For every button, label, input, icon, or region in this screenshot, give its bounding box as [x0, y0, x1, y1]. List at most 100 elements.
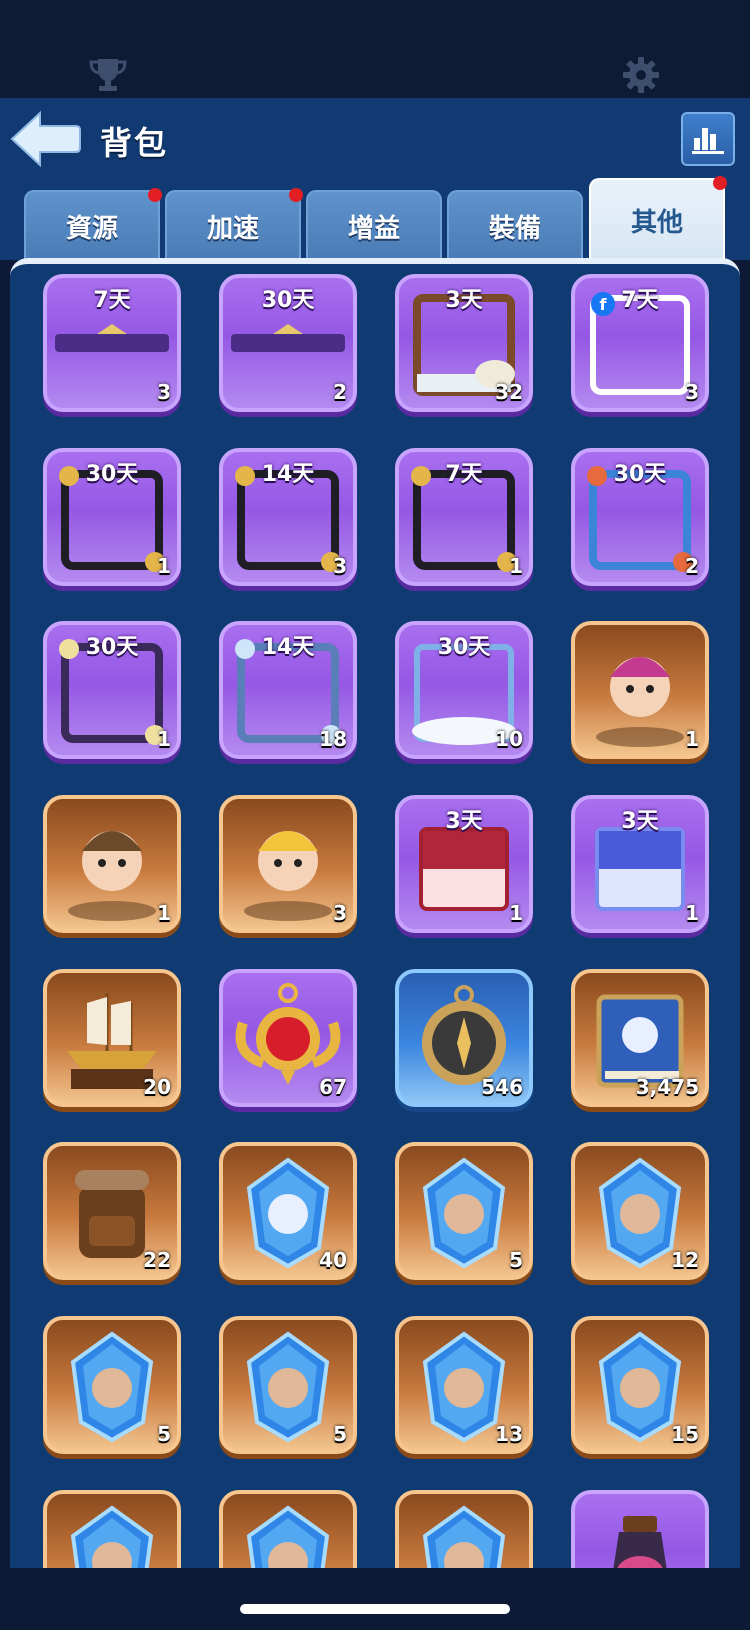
item-count: 67 [319, 1075, 347, 1099]
duration-label: 7天 [93, 288, 131, 313]
item-count: 3,475 [635, 1075, 699, 1099]
duration-label: 30天 [437, 635, 491, 660]
item-count: 1 [157, 901, 171, 925]
inventory-item[interactable]: 30天 2 [219, 274, 357, 412]
inventory-item[interactable]: 7天 1 [395, 448, 533, 586]
item-count: 12 [671, 1248, 699, 1272]
item-count: 20 [143, 1075, 171, 1099]
inventory-item[interactable]: 22 [43, 1142, 181, 1280]
tab-label: 資源 [65, 213, 118, 244]
duration-label: 7天 [621, 288, 659, 313]
inventory-item[interactable]: f 7天 3 [571, 274, 709, 412]
page-title: 背包 [100, 124, 169, 162]
item-count: 22 [143, 1248, 171, 1272]
item-count: 32 [495, 380, 523, 404]
tab-label: 增益 [347, 213, 400, 244]
top-bar [0, 0, 750, 98]
inventory-item[interactable]: 14天 18 [219, 621, 357, 759]
inventory-item[interactable]: 15 [571, 1316, 709, 1454]
duration-label: 30天 [261, 288, 315, 313]
trophy-icon[interactable] [88, 55, 128, 95]
inventory-item[interactable]: 3天 1 [395, 795, 533, 933]
inventory-item[interactable] [219, 1490, 357, 1568]
tab-label: 裝備 [488, 213, 541, 244]
hero-crystal-icon [422, 1505, 506, 1568]
duration-label: 14天 [261, 462, 315, 487]
item-count: 3 [157, 380, 171, 404]
inventory-item[interactable]: 5 [219, 1316, 357, 1454]
inventory-item[interactable]: 30天 10 [395, 621, 533, 759]
inventory-item[interactable]: 7天 3 [43, 274, 181, 412]
inventory-item[interactable]: 1 [571, 621, 709, 759]
inventory-item[interactable]: 546 [395, 969, 533, 1107]
item-count: 1 [685, 727, 699, 751]
inventory-panel: 7天 3 30天 2 3天 32 f 7天 3 30天 1 14天 3 7天 1 30天 2 30… [10, 258, 740, 1568]
tab-other[interactable]: 其他 [589, 176, 727, 260]
inventory-item[interactable] [395, 1490, 533, 1568]
back-arrow-icon[interactable] [8, 110, 82, 168]
item-count: 1 [157, 554, 171, 578]
stats-button[interactable] [681, 112, 735, 166]
inventory-item[interactable]: 67 [219, 969, 357, 1107]
item-count: 5 [157, 1422, 171, 1446]
item-count: 3 [333, 554, 347, 578]
inventory-item[interactable]: 5 [43, 1316, 181, 1454]
tab-boosts[interactable]: 增益 [306, 190, 442, 260]
inventory-item[interactable] [43, 1490, 181, 1568]
duration-label: 3天 [621, 809, 659, 834]
duration-label: 3天 [445, 809, 483, 834]
inventory-item[interactable]: 14天 3 [219, 448, 357, 586]
inventory-item[interactable]: 13 [395, 1316, 533, 1454]
item-count: 2 [685, 554, 699, 578]
item-count: 3 [333, 901, 347, 925]
item-count: 1 [685, 901, 699, 925]
inventory-item[interactable]: 5 [395, 1142, 533, 1280]
item-count: 546 [481, 1075, 523, 1099]
item-count: 18 [319, 727, 347, 751]
header: 背包 [0, 98, 750, 188]
duration-label: 30天 [85, 635, 139, 660]
tab-speedups[interactable]: 加速 [165, 188, 303, 260]
bar-chart-icon [692, 128, 724, 154]
inventory-item[interactable]: 30天 1 [43, 448, 181, 586]
home-indicator[interactable] [240, 1604, 510, 1614]
item-count: 2 [333, 380, 347, 404]
item-count: 3 [685, 380, 699, 404]
hero-crystal-icon [246, 1505, 330, 1568]
duration-label: 30天 [613, 462, 667, 487]
inventory-item[interactable]: 3,475 [571, 969, 709, 1107]
item-count: 1 [509, 554, 523, 578]
item-count: 1 [157, 727, 171, 751]
duration-label: 14天 [261, 635, 315, 660]
item-count: 10 [495, 727, 523, 751]
tab-label: 加速 [206, 213, 259, 244]
item-count: 40 [319, 1248, 347, 1272]
inventory-item[interactable]: 3 [219, 795, 357, 933]
hero-crystal-icon [70, 1505, 154, 1568]
tab-resources[interactable]: 資源 [24, 188, 162, 260]
item-count: 5 [509, 1248, 523, 1272]
inventory-item[interactable]: 1 [43, 795, 181, 933]
inventory-item[interactable]: 30天 2 [571, 448, 709, 586]
duration-label: 3天 [445, 288, 483, 313]
category-tabs: 資源 加速 增益 裝備 其他 [0, 176, 750, 260]
item-count: 13 [495, 1422, 523, 1446]
inventory-item[interactable] [571, 1490, 709, 1568]
gear-icon[interactable] [621, 55, 661, 95]
notification-dot [289, 188, 303, 202]
duration-label: 30天 [85, 462, 139, 487]
potion-icon [613, 1516, 667, 1568]
notification-dot [713, 176, 727, 190]
item-count: 5 [333, 1422, 347, 1446]
inventory-item[interactable]: 3天 1 [571, 795, 709, 933]
inventory-item[interactable]: 3天 32 [395, 274, 533, 412]
item-count: 15 [671, 1422, 699, 1446]
inventory-item[interactable]: 12 [571, 1142, 709, 1280]
notification-dot [148, 188, 162, 202]
tab-equipment[interactable]: 裝備 [447, 190, 583, 260]
inventory-item[interactable]: 20 [43, 969, 181, 1107]
inventory-item[interactable]: 30天 1 [43, 621, 181, 759]
duration-label: 7天 [445, 462, 483, 487]
tab-label: 其他 [630, 207, 683, 238]
inventory-item[interactable]: 40 [219, 1142, 357, 1280]
